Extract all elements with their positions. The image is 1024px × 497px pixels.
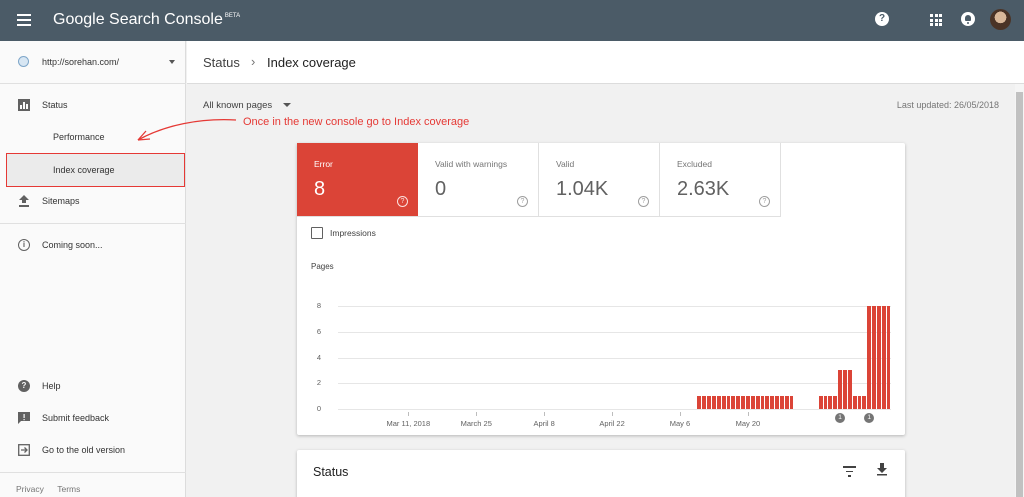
annotation-text: Once in the new console go to Index cove… [243, 116, 470, 128]
annotation-arrow [137, 119, 237, 141]
